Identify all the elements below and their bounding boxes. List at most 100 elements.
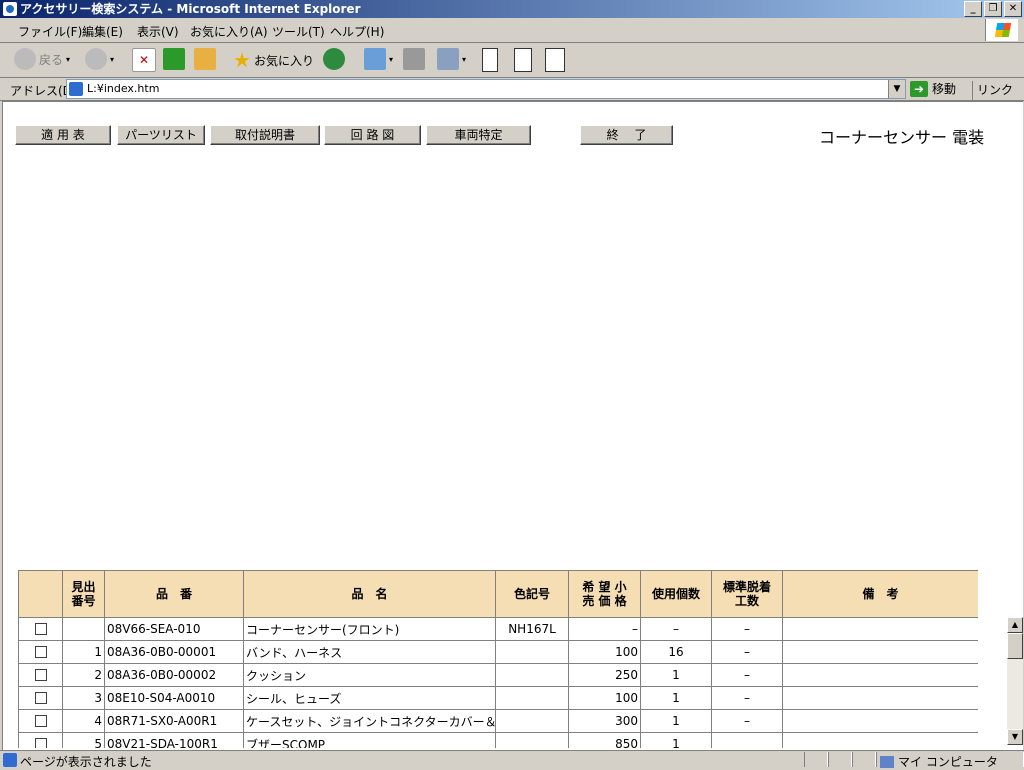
row-index: 2 [62, 663, 105, 687]
favorites-button[interactable]: ★ お気に入り [233, 48, 314, 72]
scroll-down-icon[interactable]: ▼ [1007, 729, 1023, 745]
row-price: 250 [568, 663, 641, 687]
toolbar: 戻る ▾ ▾ ✕ ★ お気に入り ▾ ▾ [0, 43, 1024, 78]
status-bar: ページが表示されました マイ コンピュータ [0, 750, 1024, 769]
document-button[interactable] [545, 48, 565, 72]
row-price: – [568, 617, 641, 641]
go-arrow-icon: ➜ [910, 80, 928, 97]
status-segment [804, 752, 828, 767]
refresh-button[interactable] [163, 48, 185, 70]
row-index: 4 [62, 709, 105, 733]
apply-table-button[interactable]: 適 用 表 [15, 125, 111, 145]
row-part-name: バンド、ハーネス [243, 640, 496, 664]
row-checkbox[interactable] [34, 646, 47, 658]
row-labor: – [711, 617, 783, 641]
address-input[interactable]: L:¥index.htm ▼ [66, 79, 906, 99]
header-part-name: 品 名 [243, 570, 496, 618]
row-checkbox[interactable] [34, 692, 47, 704]
row-price: 850 [568, 732, 641, 748]
page-view-button[interactable] [482, 48, 498, 72]
scroll-up-icon[interactable]: ▲ [1007, 617, 1023, 633]
menu-bar: ファイル(F) 編集(E) 表示(V) お気に入り(A) ツール(T) ヘルプ(… [0, 18, 1024, 43]
go-button[interactable]: ➜ 移動 [910, 80, 956, 97]
restore-button[interactable]: ❐ [984, 1, 1002, 17]
address-dropdown-icon[interactable]: ▼ [888, 80, 905, 98]
home-button[interactable] [194, 48, 216, 70]
circuit-diagram-button[interactable]: 回 路 図 [324, 125, 421, 145]
forward-arrow-icon [85, 48, 107, 70]
menu-edit[interactable]: 編集(E) [82, 23, 123, 40]
table-row: 4 08R71-SX0-A00R1 ケースセット、ジョイントコネクターカバー＆ … [18, 709, 978, 733]
forward-button[interactable]: ▾ [85, 48, 114, 70]
menu-file[interactable]: ファイル(F) [18, 23, 82, 40]
print-icon [403, 48, 425, 70]
windows-logo-icon [985, 19, 1018, 41]
parts-list-button[interactable]: パーツリスト [117, 125, 205, 145]
row-part-number: 08V21-SDA-100R1 [104, 732, 244, 748]
row-labor: – [711, 640, 783, 664]
exit-button[interactable]: 終 了 [580, 125, 673, 145]
table-row: 5 08V21-SDA-100R1 ブザーSCOMP 850 1 [18, 732, 978, 748]
row-labor [711, 732, 783, 748]
table-scrollbar[interactable]: ▲ ▼ [1007, 617, 1023, 745]
row-price: 100 [568, 640, 641, 664]
install-manual-button[interactable]: 取付説明書 [210, 125, 320, 145]
back-arrow-icon [14, 48, 36, 70]
ie-icon [3, 2, 17, 16]
vehicle-identify-button[interactable]: 車両特定 [426, 125, 531, 145]
menu-favorites[interactable]: お気に入り(A) [190, 23, 268, 40]
document-icon [545, 48, 565, 72]
row-part-name: クッション [243, 663, 496, 687]
page-icon [69, 82, 83, 96]
star-icon: ★ [233, 48, 251, 72]
page-done-icon [3, 753, 17, 767]
stop-icon: ✕ [132, 48, 156, 72]
table-row: 1 08A36-0B0-00001 バンド、ハーネス 100 16 – [18, 640, 978, 664]
row-remarks [782, 686, 978, 710]
refresh-icon [163, 48, 185, 70]
row-checkbox[interactable] [34, 623, 47, 635]
edit-button[interactable]: ▾ [437, 48, 466, 70]
header-part-number: 品 番 [104, 570, 244, 618]
row-color [495, 686, 569, 710]
back-button[interactable]: 戻る ▾ [14, 48, 70, 70]
header-remarks: 備 考 [782, 570, 978, 618]
row-color [495, 732, 569, 748]
print-button[interactable] [403, 48, 425, 70]
stop-button[interactable]: ✕ [132, 48, 156, 72]
row-remarks [782, 709, 978, 733]
row-quantity: – [640, 617, 712, 641]
computer-icon [880, 755, 894, 768]
row-part-number: 08R71-SX0-A00R1 [104, 709, 244, 733]
row-quantity: 1 [640, 732, 712, 748]
header-select [18, 570, 63, 618]
menu-help[interactable]: ヘルプ(H) [330, 23, 384, 40]
close-button[interactable]: ✕ [1004, 1, 1022, 17]
address-url: L:¥index.htm [87, 82, 160, 95]
row-index: 1 [62, 640, 105, 664]
mail-button[interactable]: ▾ [364, 48, 393, 70]
row-quantity: 1 [640, 686, 712, 710]
row-price: 300 [568, 709, 641, 733]
row-remarks [782, 640, 978, 664]
table-header-row: 見出 番号 品 番 品 名 色記号 希 望 小 売 価 格 使用個数 標準脱着 … [18, 570, 978, 618]
row-remarks [782, 617, 978, 641]
row-labor: – [711, 709, 783, 733]
scroll-thumb[interactable] [1007, 633, 1023, 659]
row-part-name: ケースセット、ジョイントコネクターカバー＆ [243, 709, 496, 733]
two-page-button[interactable] [514, 48, 532, 72]
row-checkbox[interactable] [34, 669, 47, 681]
row-index [62, 617, 105, 641]
row-checkbox[interactable] [34, 738, 47, 748]
row-color [495, 663, 569, 687]
row-checkbox[interactable] [34, 715, 47, 727]
row-part-name: コーナーセンサー(フロント) [243, 617, 496, 641]
history-button[interactable] [323, 48, 345, 70]
header-color-code: 色記号 [495, 570, 569, 618]
row-part-name: シール、ヒューズ [243, 686, 496, 710]
address-bar: アドレス(D) L:¥index.htm ▼ ➜ 移動 リンク » [0, 78, 1024, 112]
home-icon [194, 48, 216, 70]
menu-tools[interactable]: ツール(T) [272, 23, 325, 40]
menu-view[interactable]: 表示(V) [137, 23, 179, 40]
minimize-button[interactable]: _ [964, 1, 982, 17]
